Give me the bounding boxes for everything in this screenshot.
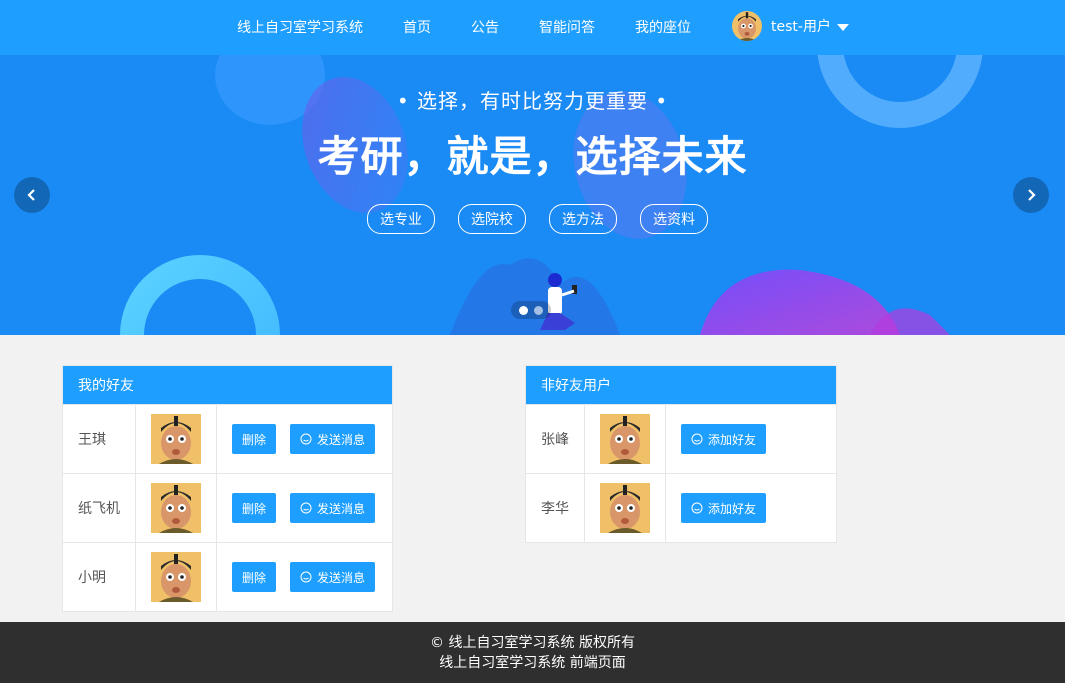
user-name: 张峰: [526, 405, 585, 473]
nav-item-announcements[interactable]: 公告: [471, 17, 499, 37]
add-friend-label: 添加好友: [708, 432, 757, 447]
send-message-button[interactable]: 发送消息: [290, 493, 376, 523]
table-row: 王琪 删除 发送消息: [63, 404, 392, 473]
send-message-button[interactable]: 发送消息: [290, 424, 376, 454]
top-nav: 线上自习室学习系统 首页 公告 智能问答 我的座位 test-用户: [0, 0, 1065, 55]
add-friend-button[interactable]: 添加好友: [681, 424, 767, 454]
avatar: [151, 552, 201, 602]
friend-name: 小明: [63, 543, 136, 611]
avatar: [151, 483, 201, 533]
nav-item-home[interactable]: 首页: [403, 17, 431, 37]
banner-title: 考研，就是，选择未来: [317, 132, 748, 181]
user-name: test-用户: [771, 19, 831, 35]
footer-subtitle: 线上自习室学习系统 前端页面: [439, 655, 626, 671]
non-friends-panel-title: 非好友用户: [526, 366, 836, 404]
carousel-dot[interactable]: [519, 305, 528, 315]
banner-tag: 选资料: [640, 204, 708, 234]
table-row: 纸飞机 删除 发送消息: [63, 473, 392, 542]
chat-icon: [691, 433, 703, 445]
chevron-right-icon: [1028, 189, 1036, 201]
friend-name: 王琪: [63, 405, 136, 473]
chevron-left-icon: [27, 189, 35, 201]
avatar: [600, 414, 650, 464]
footer-copyright: © 线上自习室学习系统 版权所有: [430, 635, 635, 651]
user-menu[interactable]: test-用户: [732, 11, 849, 41]
friends-panel: 我的好友 王琪 删除 发送消息 纸飞机 删除 发送消息 小明 删除 发送消息: [62, 365, 393, 612]
hero-carousel: • 选择，有时比努力更重要 • 考研，就是，选择未来 选专业 选院校 选方法 选…: [0, 55, 1065, 335]
table-row: 小明 删除 发送消息: [63, 542, 392, 611]
footer: © 线上自习室学习系统 版权所有 线上自习室学习系统 前端页面: [0, 622, 1065, 683]
nav-item-my-seat[interactable]: 我的座位: [635, 17, 691, 37]
add-friend-label: 添加好友: [708, 501, 757, 516]
friends-panel-title: 我的好友: [63, 366, 392, 404]
user-avatar: [732, 11, 762, 41]
send-message-label: 发送消息: [317, 432, 366, 447]
add-friend-button[interactable]: 添加好友: [681, 493, 767, 523]
banner-tags: 选专业 选院校 选方法 选资料: [367, 204, 731, 234]
banner-tag: 选专业: [367, 204, 435, 234]
carousel-indicators: [511, 301, 551, 319]
banner-subtitle: • 选择，有时比努力更重要 •: [396, 89, 669, 113]
banner-tag: 选院校: [458, 204, 526, 234]
table-row: 张峰 添加好友: [526, 404, 836, 473]
table-row: 李华 添加好友: [526, 473, 836, 542]
delete-button[interactable]: 删除: [232, 493, 277, 523]
avatar: [151, 414, 201, 464]
avatar: [600, 483, 650, 533]
user-name: 李华: [526, 474, 585, 542]
chat-icon: [300, 502, 312, 514]
chat-icon: [300, 433, 312, 445]
delete-button[interactable]: 删除: [232, 562, 277, 592]
carousel-dot[interactable]: [534, 305, 543, 315]
send-message-label: 发送消息: [317, 501, 366, 516]
delete-button[interactable]: 删除: [232, 424, 277, 454]
chat-icon: [300, 571, 312, 583]
chat-icon: [691, 502, 703, 514]
send-message-button[interactable]: 发送消息: [290, 562, 376, 592]
friend-name: 纸飞机: [63, 474, 136, 542]
banner-tag: 选方法: [549, 204, 617, 234]
send-message-label: 发送消息: [317, 570, 366, 585]
carousel-next-button[interactable]: [1013, 177, 1049, 213]
nav-brand[interactable]: 线上自习室学习系统: [237, 17, 363, 37]
carousel-prev-button[interactable]: [14, 177, 50, 213]
nav-item-qa[interactable]: 智能问答: [539, 17, 595, 37]
chevron-down-icon: [836, 23, 849, 31]
non-friends-panel: 非好友用户 张峰 添加好友 李华 添加好友: [525, 365, 837, 543]
